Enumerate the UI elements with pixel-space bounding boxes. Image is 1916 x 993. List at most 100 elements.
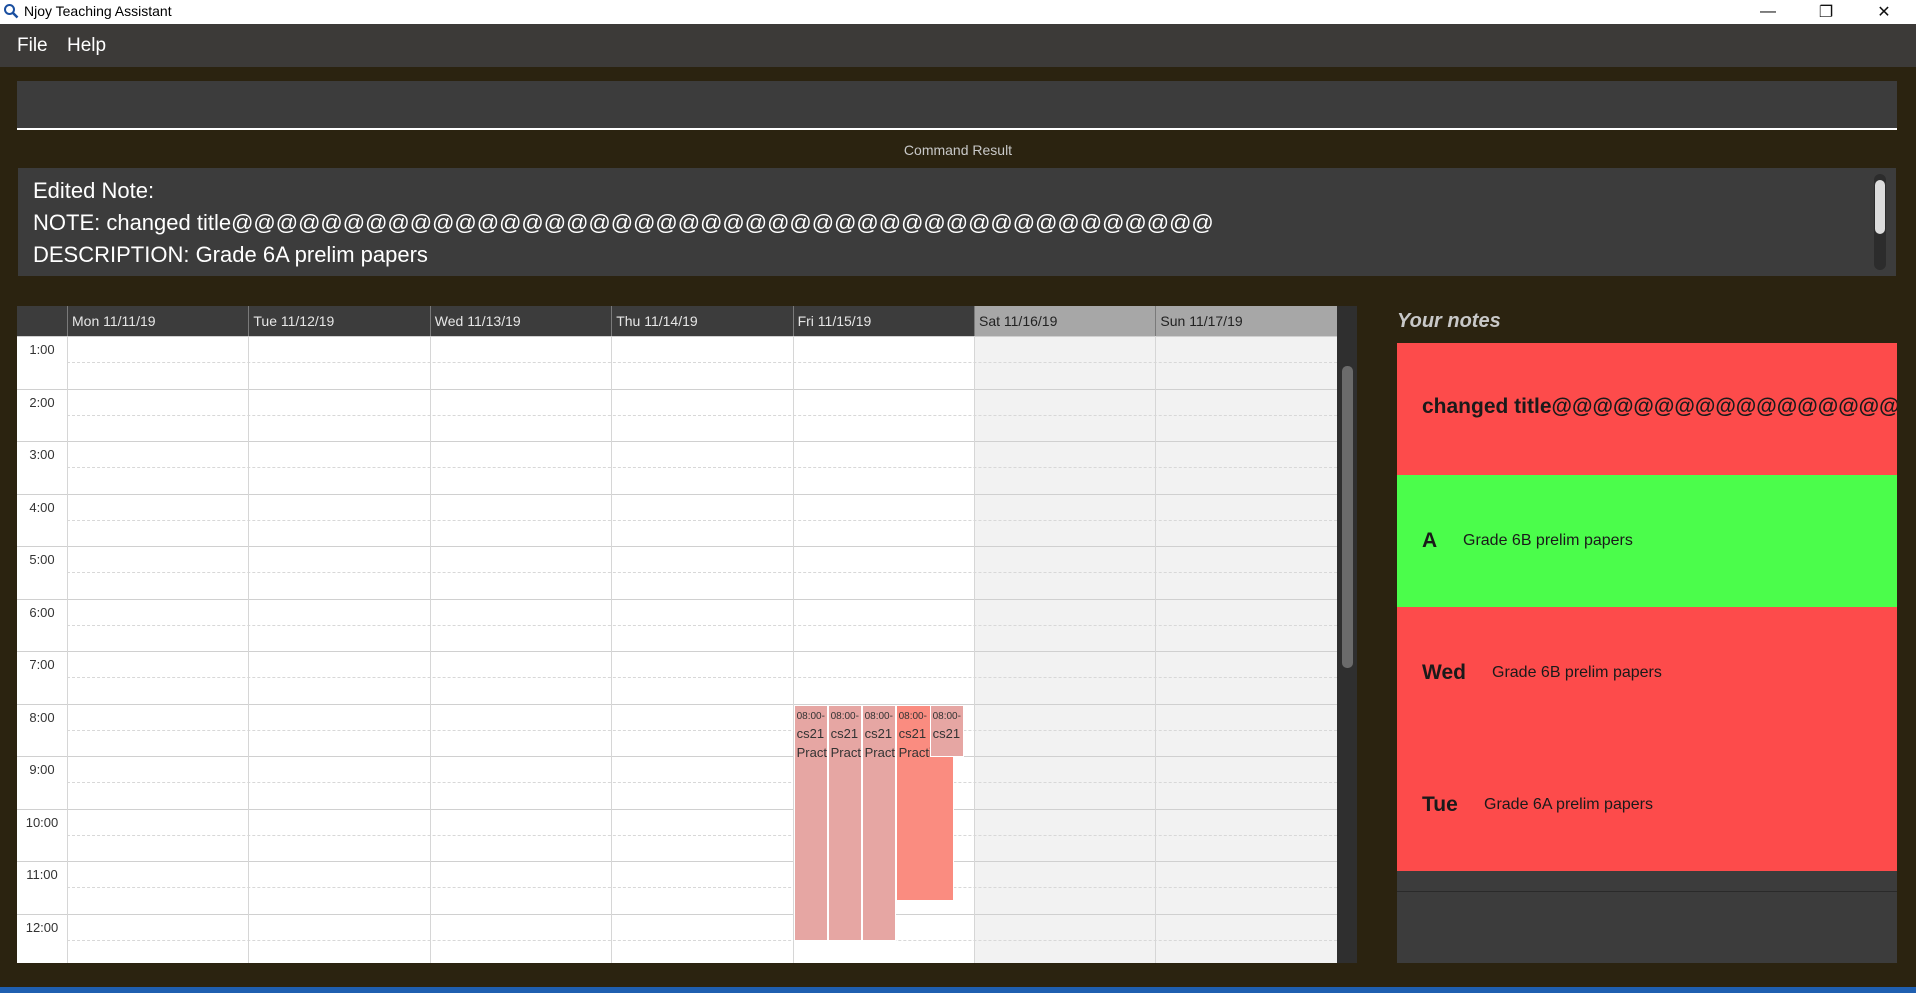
result-line-description: DESCRIPTION: Grade 6A prelim papers — [33, 242, 428, 267]
half-hour-gridline — [67, 834, 1337, 836]
hour-gridline — [17, 336, 1337, 337]
hour-gridline — [17, 441, 1337, 442]
hour-gridline — [17, 756, 1337, 757]
half-hour-gridline — [67, 362, 1337, 364]
half-hour-gridline — [67, 572, 1337, 574]
day-column-line — [1155, 336, 1157, 963]
calendar-scrollbar-thumb[interactable] — [1342, 366, 1353, 668]
note-card[interactable]: A Grade 6B prelim papers — [1397, 475, 1897, 607]
calendar-event[interactable]: 08:00- cs21 — [929, 704, 964, 757]
note-card[interactable]: changed title@@@@@@@@@@@@@@@@@@@@@@@@@@@… — [1397, 343, 1897, 475]
event-time: 08:00- — [830, 710, 859, 722]
hour-gridline — [17, 651, 1337, 652]
taskbar-edge — [0, 987, 1916, 993]
hour-gridline — [17, 598, 1337, 600]
calendar-scrollbar[interactable] — [1337, 306, 1357, 963]
half-hour-gridline — [67, 519, 1337, 521]
command-result-box: Edited Note: NOTE: changed title@@@@@@@@… — [18, 168, 1896, 276]
day-header[interactable]: Tue 11/12/19 — [248, 306, 429, 336]
menu-file[interactable]: File — [17, 35, 48, 57]
time-label: 12:00 — [25, 919, 59, 935]
time-label: 1:00 — [29, 342, 55, 357]
result-scrollbar-thumb[interactable] — [1875, 180, 1885, 234]
note-description: Grade 6B prelim papers — [1492, 664, 1662, 681]
day-header[interactable]: Mon 11/11/19 — [67, 306, 248, 336]
half-hour-gridline — [67, 467, 1337, 469]
half-hour-gridline — [67, 677, 1337, 679]
event-label: Pract — [830, 744, 861, 760]
notes-divider — [1397, 891, 1897, 892]
command-box — [17, 81, 1897, 130]
time-label: 5:00 — [29, 552, 55, 567]
close-button[interactable]: ✕ — [1855, 0, 1913, 24]
day-header[interactable]: Wed 11/13/19 — [429, 306, 611, 336]
event-time: 08:00- — [796, 710, 825, 722]
menu-bar: File Help — [0, 24, 1916, 67]
hour-gridline — [17, 913, 1337, 915]
day-column-line — [248, 336, 250, 963]
time-label: 11:00 — [26, 867, 58, 882]
window-title: Njoy Teaching Assistant — [24, 3, 172, 19]
command-result-label: Command Result — [903, 142, 1013, 158]
half-hour-gridline — [67, 782, 1337, 784]
event-code: cs21 — [864, 725, 893, 741]
time-label: 4:00 — [29, 499, 55, 515]
window-title-bar: Njoy Teaching Assistant — ❐ ✕ — [0, 0, 1916, 24]
hour-gridline — [17, 808, 1337, 810]
minimize-button[interactable]: — — [1739, 0, 1797, 24]
note-card[interactable]: Tue Grade 6A prelim papers — [1397, 739, 1897, 871]
notes-list: changed title@@@@@@@@@@@@@@@@@@@@@@@@@@@… — [1397, 343, 1897, 963]
half-hour-gridline — [67, 624, 1337, 626]
day-header[interactable]: Fri 11/15/19 — [792, 306, 974, 336]
hour-gridline — [17, 388, 1337, 390]
day-header[interactable]: Sat 11/16/19 — [974, 306, 1156, 336]
calendar-event[interactable]: 08:00- cs21 Pract — [793, 704, 828, 941]
restore-button[interactable]: ❐ — [1797, 0, 1855, 24]
half-hour-gridline — [67, 729, 1337, 731]
notes-heading: Your notes — [1397, 310, 1501, 332]
half-hour-gridline — [67, 887, 1337, 889]
hour-gridline — [17, 861, 1337, 862]
result-line-note: NOTE: changed title@@@@@@@@@@@@@@@@@@@@@… — [33, 210, 1214, 235]
calendar-event[interactable]: 08:00- cs21 Pract — [827, 704, 862, 941]
day-column-line — [67, 336, 68, 963]
half-hour-gridline — [67, 414, 1337, 416]
time-label: 6:00 — [29, 604, 55, 620]
calendar-body: 1:00 2:00 3:00 4:00 5:00 6:00 7:00 8:00 9:00 10:0… — [17, 336, 1338, 963]
half-hour-gridline — [67, 939, 1337, 941]
note-description: Grade 6A prelim papers — [1484, 796, 1653, 813]
command-input[interactable] — [17, 81, 1897, 128]
event-label: Pract — [864, 744, 895, 760]
weekly-calendar: Mon 11/11/19 Tue 11/12/19 Wed 11/13/19 Thu … — [17, 306, 1357, 963]
event-code: cs21 — [796, 725, 825, 741]
time-label: 10:00 — [25, 814, 59, 830]
calendar-header: Mon 11/11/19 Tue 11/12/19 Wed 11/13/19 Thu … — [17, 306, 1357, 336]
event-code: cs21 — [830, 725, 859, 741]
note-title: changed title@@@@@@@@@@@@@@@@@@@@@@@@@@@… — [1422, 395, 1897, 418]
time-label: 7:00 — [29, 657, 55, 672]
note-title: A — [1422, 529, 1438, 552]
note-description: Grade 6B prelim papers — [1463, 532, 1633, 549]
event-time: 08:00- — [864, 710, 893, 722]
time-label: 3:00 — [29, 447, 55, 462]
event-code: cs21 — [932, 725, 961, 741]
time-label: 9:00 — [29, 762, 55, 777]
note-title: Wed — [1422, 661, 1466, 684]
day-column-line — [974, 336, 975, 963]
day-column-line — [611, 336, 613, 963]
menu-help[interactable]: Help — [67, 35, 106, 57]
day-column-line — [429, 336, 431, 963]
weekend-background — [1155, 336, 1337, 963]
event-label: Pract — [796, 744, 827, 760]
note-card[interactable]: Wed Grade 6B prelim papers — [1397, 607, 1897, 739]
day-header[interactable]: Sun 11/17/19 — [1155, 306, 1337, 336]
note-title: Tue — [1422, 793, 1458, 816]
hour-gridline — [17, 493, 1337, 495]
weekend-background — [974, 336, 1156, 963]
time-label: 2:00 — [29, 394, 55, 410]
result-scrollbar[interactable] — [1874, 174, 1886, 270]
day-header[interactable]: Thu 11/14/19 — [611, 306, 792, 336]
hour-gridline — [17, 703, 1337, 705]
calendar-event[interactable]: 08:00- cs21 Pract — [861, 704, 896, 941]
result-line-heading: Edited Note: — [33, 178, 155, 203]
